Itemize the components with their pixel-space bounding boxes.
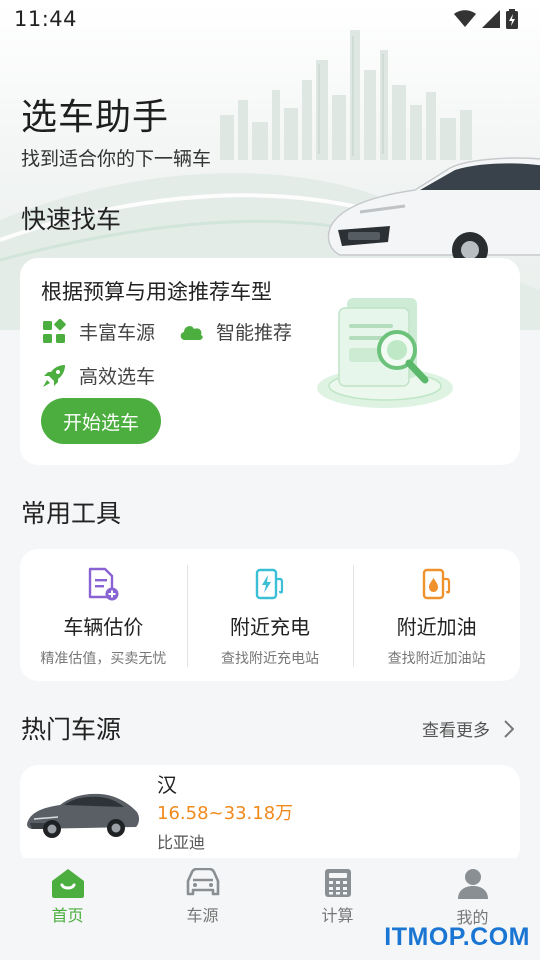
tool-desc: 查找附近加油站 <box>387 651 486 667</box>
quick-find-headline: 根据预算与用途推荐车型 <box>41 280 272 304</box>
car-icon <box>186 868 219 896</box>
grid-icon <box>43 318 66 343</box>
hot-car-list-item[interactable]: 汉 16.58~33.18万 比亚迪 <box>20 765 520 865</box>
tools-section-title: 常用工具 <box>21 499 122 528</box>
feature-efficient-selection: 高效选车 <box>41 362 155 389</box>
view-more-link[interactable]: 查看更多 <box>422 716 514 741</box>
page-subtitle: 找到适合你的下一辆车 <box>21 148 212 170</box>
tab-label: 首页 <box>51 906 84 925</box>
tab-cars[interactable]: 车源 <box>135 858 270 960</box>
tools-card: 车辆估价 精准估值，买卖无忧 附近充电 查找附近充电站 附近加油 查找附近加油站 <box>20 549 520 681</box>
watermark-logo: ITMOP.COM <box>384 923 530 951</box>
rocket-icon <box>43 364 65 387</box>
tool-name: 车辆估价 <box>63 615 144 639</box>
hero-car-image <box>327 157 540 268</box>
page-title: 选车助手 <box>21 97 170 138</box>
chevron-right-icon <box>504 719 514 738</box>
tool-desc: 精准估值，买卖无忧 <box>40 651 167 667</box>
home-icon <box>51 869 84 898</box>
document-search-illustration <box>317 298 453 408</box>
quick-find-section-title: 快速找车 <box>21 205 122 234</box>
cellular-signal-icon <box>482 10 500 28</box>
tool-name: 附近充电 <box>230 615 310 639</box>
car-price: 16.58~33.18万 <box>157 803 294 824</box>
battery-charging-icon <box>506 9 518 29</box>
user-icon <box>457 869 488 899</box>
car-brand: 比亚迪 <box>157 833 206 852</box>
status-icons <box>454 9 518 29</box>
tool-nearby-fuel[interactable]: 附近加油 查找附近加油站 <box>353 549 520 681</box>
document-plus-icon <box>89 567 119 601</box>
status-time: 11:44 <box>14 7 78 31</box>
tool-nearby-charging[interactable]: 附近充电 查找附近充电站 <box>186 549 354 681</box>
tab-label: 车源 <box>186 906 219 925</box>
tool-desc: 查找附近充电站 <box>221 651 319 667</box>
charging-station-icon <box>255 568 284 600</box>
start-selection-button[interactable]: 开始选车 <box>41 398 161 444</box>
tab-home[interactable]: 首页 <box>0 858 135 960</box>
cloud-icon <box>180 325 203 340</box>
hot-cars-section-title: 热门车源 <box>21 715 122 744</box>
feature-rich-sources: 丰富车源 <box>41 318 155 345</box>
calculator-icon <box>324 869 351 897</box>
tab-label: 计算 <box>321 906 354 925</box>
feature-smart-recommend: 智能推荐 <box>178 318 292 345</box>
view-more-label: 查看更多 <box>422 721 490 741</box>
status-bar: 11:44 <box>0 0 540 38</box>
wifi-icon <box>454 10 476 27</box>
feature-label: 高效选车 <box>79 366 156 388</box>
tool-vehicle-valuation[interactable]: 车辆估价 精准估值，买卖无忧 <box>20 549 187 681</box>
quick-find-card: 根据预算与用途推荐车型 丰富车源 智能推荐 高效选车 开始选车 <box>20 258 520 465</box>
city-skyline-illustration <box>220 30 472 160</box>
feature-label: 丰富车源 <box>79 322 156 344</box>
car-thumbnail <box>27 793 139 838</box>
car-name: 汉 <box>157 773 177 797</box>
feature-label: 智能推荐 <box>216 322 293 344</box>
tool-name: 附近加油 <box>396 615 477 639</box>
fuel-pump-icon <box>422 568 450 600</box>
